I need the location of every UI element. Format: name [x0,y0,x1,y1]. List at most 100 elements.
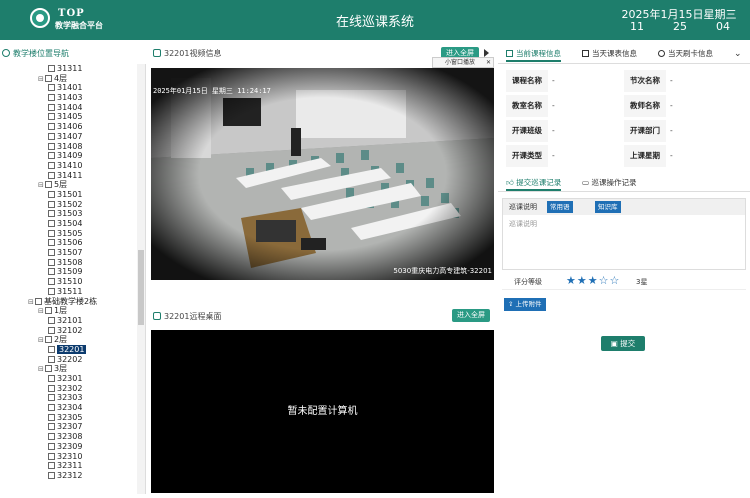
room-icon [48,423,55,431]
play-icon[interactable] [484,49,489,57]
rating-row: 评分等级 ★★★☆☆ 3星 [502,274,746,290]
tree-room-item[interactable]: 31403 [0,93,145,103]
star-icon[interactable]: ★ [566,274,577,287]
room-icon [48,326,55,334]
tree-room-item[interactable]: 32102 [0,326,145,336]
tree-room-item[interactable]: 32201 [0,344,145,355]
tree-floor-item[interactable]: ⊟ 3层 [0,364,145,374]
tree-room-item[interactable]: 32202 [0,355,145,365]
schedule-icon [582,50,589,57]
tree-floor-item[interactable]: ⊟ 4层 [0,74,145,84]
remark-textarea[interactable]: 巡课说明 [509,219,537,229]
tree-room-item[interactable]: 32303 [0,393,145,403]
tree-room-item[interactable]: 31407 [0,132,145,142]
tree-item-label: 31502 [57,199,83,209]
room-icon [48,220,55,227]
tree-room-item[interactable]: 31409 [0,151,145,161]
tree-room-item[interactable]: 31505 [0,229,145,239]
room-icon [48,452,55,460]
tree-building-item[interactable]: ⊟ 基础教学楼2栋 [0,297,145,307]
tree-room-item[interactable]: 32305 [0,413,145,423]
star-icon[interactable]: ☆ [599,274,610,287]
remote-panel-title-text: 32201远程桌面 [164,312,222,321]
tree-item-label: 32304 [57,403,83,413]
tree-room-item[interactable]: 32302 [0,384,145,394]
tab-submit-record[interactable]: 👍︎ 提交巡课记录 [506,175,562,191]
star-icon[interactable]: ★ [577,274,588,287]
star-icon[interactable]: ★ [588,274,599,287]
room-icon [48,65,55,72]
time-minute: 25 [673,20,687,33]
tree-room-item[interactable]: 31507 [0,248,145,258]
camera-location: 5030重庆电力高专建筑-32201 [393,267,492,275]
tree-room-item[interactable]: 31401 [0,83,145,93]
tree-scrollbar-thumb[interactable] [138,250,144,325]
tree-room-item[interactable]: 31410 [0,161,145,171]
room-icon [48,355,55,363]
close-icon[interactable]: ✕ [486,58,491,67]
floor-icon [45,181,52,189]
tree-room-item[interactable]: 31503 [0,209,145,219]
tab-current-course[interactable]: 当前课程信息 [506,46,561,62]
video-player[interactable]: 2025年01月15日 星期三 11:24:17 5030重庆电力高专建筑-32… [151,68,494,280]
course-name-value: - [552,76,555,85]
tree-floor-item[interactable]: ⊟ 5层 [0,180,145,190]
tree-room-item[interactable]: 31509 [0,267,145,277]
room-icon [48,161,55,169]
sidebar-title: 教学楼位置导航 [0,46,146,62]
tree-room-item[interactable]: 31311 [0,64,145,74]
tree-room-item[interactable]: 32308 [0,432,145,442]
video-panel-title-text: 32201视频信息 [164,49,222,58]
tree-room-item[interactable]: 31406 [0,122,145,132]
desktop-icon [153,312,161,320]
submit-button[interactable]: ▣ 提交 [601,336,645,351]
tree-item-label: 32307 [57,422,83,432]
tree-floor-item[interactable]: ⊟ 2层 [0,335,145,345]
mini-window-button[interactable]: 小窗口播放 ✕ [432,57,494,68]
tree-room-item[interactable]: 32312 [0,471,145,481]
remote-desktop-view[interactable]: 暂未配置计算机 [151,330,494,493]
tree-room-item[interactable]: 31408 [0,142,145,152]
tab-operation-log[interactable]: ▭ 巡课操作记录 [582,175,636,191]
rating-stars[interactable]: ★★★☆☆ [566,274,620,287]
tree-room-item[interactable]: 32309 [0,442,145,452]
tree-room-item[interactable]: 31404 [0,103,145,113]
tree-room-item[interactable]: 32307 [0,422,145,432]
check-circle-icon [658,50,665,57]
tree-room-item[interactable]: 31511 [0,287,145,297]
room-icon [48,103,55,111]
tree-item-label: 3层 [54,364,68,374]
tree-item-label: 31311 [57,64,83,73]
room-icon [48,345,55,353]
tree-room-item[interactable]: 31510 [0,277,145,287]
tree-room-item[interactable]: 31411 [0,171,145,181]
room-icon [48,471,55,479]
tree-room-item[interactable]: 32304 [0,403,145,413]
tree-room-item[interactable]: 32301 [0,374,145,384]
tree-floor-item[interactable]: ⊟ 1层 [0,306,145,316]
room-icon [48,413,55,421]
thumb-icon: 👍︎ [506,178,517,187]
tree-room-item[interactable]: 32101 [0,316,145,326]
weekday-value: - [670,151,673,160]
knowledge-base-button[interactable]: 知识库 [595,201,621,213]
upload-attachment-button[interactable]: ⇪ 上传附件 [504,298,546,311]
tree-item-label: 32302 [57,383,83,393]
common-phrases-button[interactable]: 常用语 [547,201,573,213]
tree-room-item[interactable]: 31501 [0,190,145,200]
tree-room-item[interactable]: 31508 [0,258,145,268]
tree-room-item[interactable]: 31504 [0,219,145,229]
tab-today-card[interactable]: 当天刷卡信息 [658,46,713,62]
star-icon[interactable]: ☆ [610,274,621,287]
tree-room-item[interactable]: 31502 [0,200,145,210]
room-icon [48,287,55,295]
tree-room-item[interactable]: 32311 [0,461,145,471]
building-tree[interactable]: 31311 ⊟ 4层 31401 31403 31404 31405 31406 31407 31… [0,64,146,494]
tree-room-item[interactable]: 31506 [0,238,145,248]
tree-room-item[interactable]: 31405 [0,112,145,122]
tree-room-item[interactable]: 32310 [0,452,145,462]
class-label: 开课班级 [506,120,548,142]
remote-fullscreen-button[interactable]: 进入全屏 [452,309,490,322]
chevron-down-icon[interactable]: ⌄ [734,46,742,62]
tab-today-schedule[interactable]: 当天课表信息 [582,46,637,62]
